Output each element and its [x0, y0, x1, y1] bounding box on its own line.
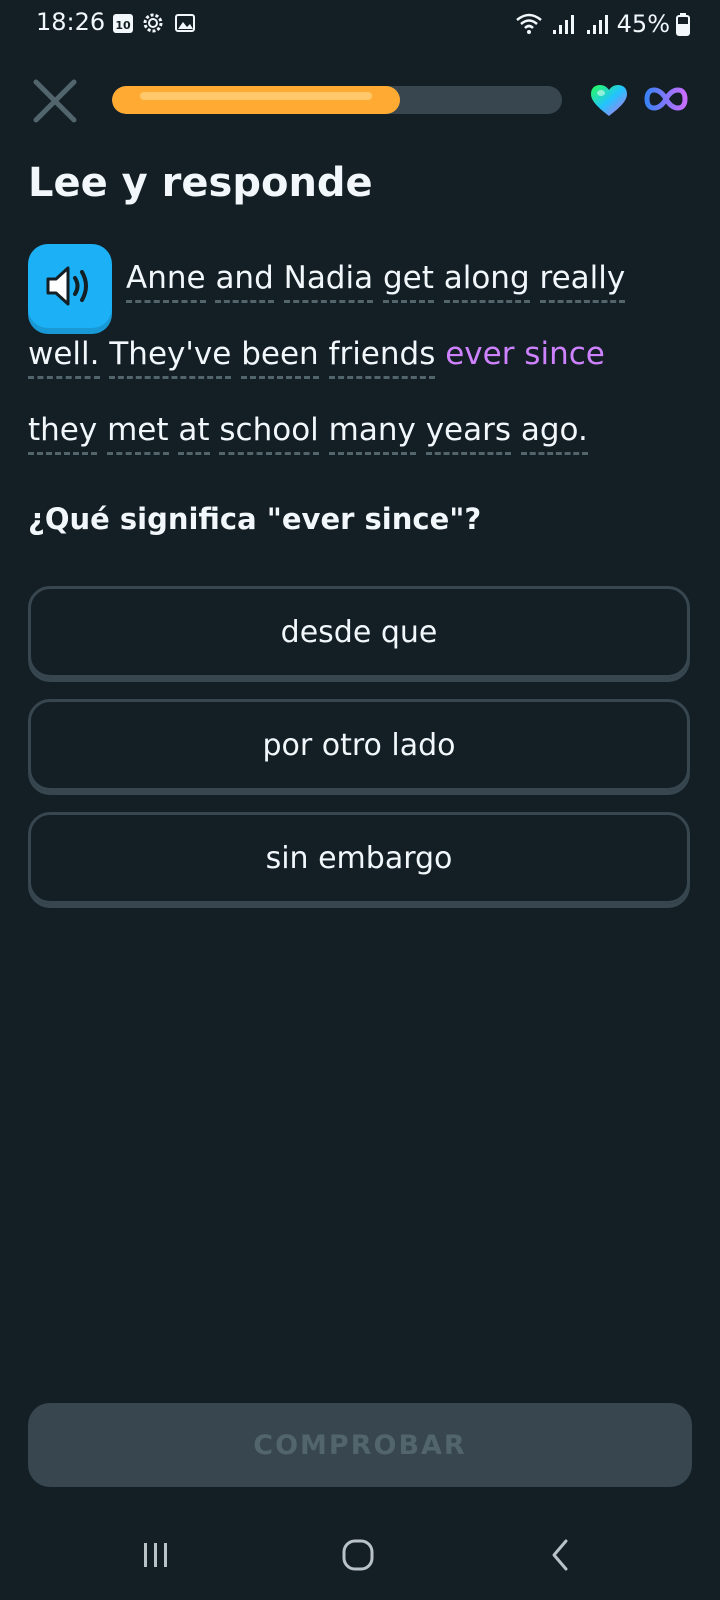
- battery-icon: [676, 13, 690, 36]
- passage-word[interactable]: they: [28, 412, 98, 455]
- home-button[interactable]: [328, 1530, 388, 1580]
- settings-icon: [143, 13, 163, 33]
- passage-word[interactable]: along: [443, 260, 530, 303]
- calendar-day: 10: [115, 19, 131, 32]
- progress-shine: [140, 92, 372, 100]
- passage-word[interactable]: ago.: [520, 412, 588, 455]
- passage-word[interactable]: get: [382, 260, 434, 303]
- battery-percent: 45%: [616, 10, 670, 38]
- passage-line-3: they met at school many years ago.: [28, 412, 588, 455]
- passage-line-1: Anne and Nadia get along really: [126, 260, 626, 303]
- status-time: 18:26: [36, 8, 106, 36]
- exercise-title: Lee y responde: [28, 160, 373, 206]
- close-icon[interactable]: [32, 78, 78, 124]
- passage-word[interactable]: many: [328, 412, 416, 455]
- progress-fill: [112, 86, 400, 114]
- back-icon: [552, 1539, 568, 1571]
- wifi-icon: [515, 13, 542, 34]
- lesson-progress-bar: [112, 86, 562, 114]
- status-bar: 18:26 10 45%: [0, 0, 720, 48]
- status-right: 45%: [515, 6, 690, 42]
- back-button[interactable]: [530, 1530, 590, 1580]
- passage-word[interactable]: and: [215, 260, 274, 303]
- recent-apps-icon: [144, 1543, 167, 1567]
- signal-icon: [552, 15, 574, 34]
- speaker-button[interactable]: [28, 244, 112, 328]
- passage-word[interactable]: They've: [109, 336, 232, 379]
- answer-option[interactable]: desde que: [28, 586, 690, 678]
- recent-apps-button[interactable]: [126, 1530, 186, 1580]
- passage-word[interactable]: friends: [328, 336, 436, 379]
- highlighted-phrase: ever since: [445, 336, 605, 372]
- passage-word[interactable]: well.: [28, 336, 100, 379]
- signal-icon: [586, 15, 608, 34]
- passage-word[interactable]: Nadia: [283, 260, 374, 303]
- speaker-icon: [46, 266, 88, 306]
- passage-word[interactable]: years: [425, 412, 512, 455]
- heart-icon[interactable]: [590, 84, 628, 118]
- passage-word[interactable]: been: [241, 336, 319, 379]
- question-text: ¿Qué significa "ever since"?: [28, 502, 482, 536]
- home-icon: [342, 1539, 374, 1571]
- infinity-icon: [644, 87, 688, 111]
- answer-option[interactable]: por otro lado: [28, 699, 690, 791]
- calendar-icon: 10: [113, 14, 133, 33]
- passage-line-2: well. They've been friends ever since: [28, 336, 605, 379]
- passage-word[interactable]: Anne: [126, 260, 206, 303]
- answer-option[interactable]: sin embargo: [28, 812, 690, 904]
- passage-word[interactable]: at: [178, 412, 210, 455]
- passage-word[interactable]: really: [539, 260, 626, 303]
- passage-word[interactable]: school: [219, 412, 319, 455]
- check-button[interactable]: COMPROBAR: [28, 1403, 692, 1487]
- passage-word[interactable]: met: [107, 412, 169, 455]
- gallery-icon: [175, 14, 195, 32]
